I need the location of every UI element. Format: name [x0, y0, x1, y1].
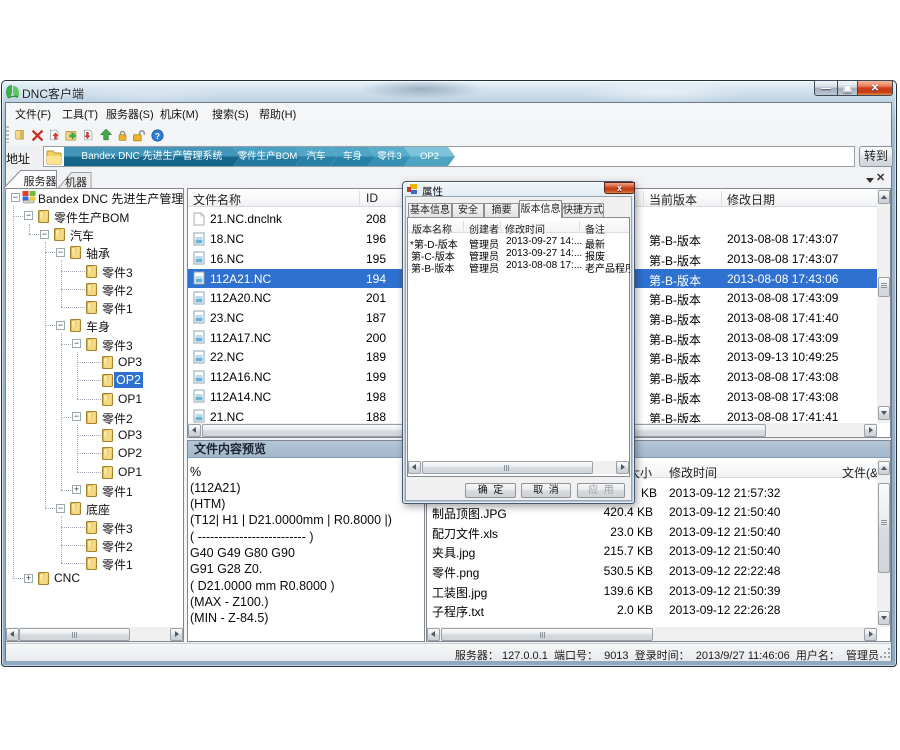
svg-text:?: ? — [155, 132, 160, 141]
